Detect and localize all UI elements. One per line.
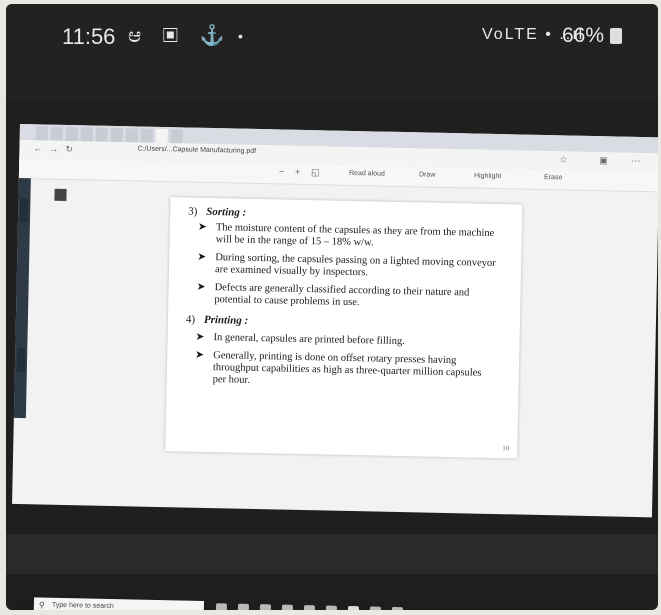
bullet-arrow-icon: ➤: [196, 281, 206, 293]
bullet-item: ➤ Generally, printing is done on offset …: [195, 350, 496, 392]
battery-indicator: 66%: [562, 24, 623, 48]
section-heading: 3) Sorting :: [188, 206, 246, 219]
sidebar-button[interactable]: [16, 347, 26, 373]
bullet-arrow-icon: ➤: [195, 331, 205, 343]
bullet-item: ➤ Defects are generally classified accor…: [196, 282, 496, 312]
bullet-arrow-icon: ➤: [195, 349, 205, 361]
browser-tab[interactable]: [125, 128, 138, 143]
url-input[interactable]: C:/Users/...Capsule Manufacturing.pdf: [137, 145, 256, 154]
chrome-icon[interactable]: [369, 606, 381, 610]
back-icon[interactable]: ←: [33, 143, 42, 153]
bullet-text: Defects are generally classified accordi…: [214, 282, 470, 309]
notification-icons: ಆ ▣ ⚓: [128, 25, 233, 47]
bullet-text: The moisture content of the capsules as …: [215, 222, 495, 249]
read-aloud-button[interactable]: Read aloud: [349, 170, 385, 178]
phone-status-bar: 11:56 ಆ ▣ ⚓ • VoLTE • ..ıl 66%: [6, 4, 658, 99]
bullet-item: ➤ In general, capsules are printed befor…: [195, 332, 495, 350]
menu-icon[interactable]: ⋯: [631, 156, 640, 167]
bullet-item: ➤ During sorting, the capsules passing o…: [197, 252, 497, 282]
mail-icon[interactable]: [325, 605, 337, 610]
browser-tab[interactable]: [170, 129, 183, 144]
taskbar-search-input[interactable]: ⚲ Type here to search: [33, 597, 205, 610]
section-title: Printing :: [203, 313, 249, 327]
section-title: Sorting :: [206, 205, 247, 219]
zoom-out-icon[interactable]: −: [279, 166, 284, 176]
laptop-screen: ← → ↻ C:/Users/...Capsule Manufacturing.…: [9, 124, 658, 610]
left-sidebar: [13, 177, 31, 419]
favorite-icon[interactable]: ☆: [559, 154, 567, 165]
more-notifications-dot: •: [238, 28, 243, 44]
subtab-active[interactable]: [54, 188, 67, 201]
browser-tab[interactable]: [35, 126, 48, 141]
refresh-icon[interactable]: ↻: [65, 144, 73, 155]
search-icon: ⚲: [38, 600, 45, 610]
browser-tab[interactable]: [140, 128, 153, 143]
taskbar-app-icon[interactable]: [391, 606, 403, 610]
edge-icon[interactable]: [303, 605, 315, 610]
browser-tab[interactable]: [65, 126, 78, 142]
phone-frame: 11:56 ಆ ▣ ⚓ • VoLTE • ..ıl 66% ← → ↻ C:/…: [6, 4, 658, 610]
taskbar-app-icon[interactable]: [347, 605, 359, 610]
fit-page-icon[interactable]: ◱: [311, 167, 320, 178]
browser-tab[interactable]: [50, 126, 63, 141]
clock: 11:56: [62, 24, 116, 49]
collections-icon[interactable]: ▣: [599, 155, 608, 166]
page-number: 10: [502, 444, 510, 453]
forward-icon[interactable]: →: [49, 144, 58, 154]
document-subtabs: [38, 188, 67, 201]
section-number: 4): [185, 313, 196, 326]
bullet-arrow-icon: ➤: [197, 251, 207, 263]
erase-button[interactable]: Erase: [544, 174, 562, 181]
draw-button[interactable]: Draw: [419, 171, 435, 178]
section-number: 3): [188, 205, 198, 218]
sidebar-button[interactable]: [19, 198, 29, 223]
pdf-page: 3) Sorting : ➤ The moisture content of th…: [165, 197, 523, 459]
task-view-icon[interactable]: [215, 603, 228, 610]
search-placeholder: Type here to search: [51, 601, 114, 610]
battery-icon: [610, 28, 623, 44]
zoom-in-icon[interactable]: +: [295, 167, 300, 177]
bullet-arrow-icon: ➤: [197, 221, 207, 233]
battery-percent: 66%: [562, 24, 605, 47]
laptop-bezel: [6, 534, 658, 574]
bullet-text: In general, capsules are printed before …: [213, 332, 405, 348]
bullet-text: During sorting, the capsules passing on …: [214, 252, 496, 279]
file-explorer-icon[interactable]: [259, 604, 271, 610]
browser-tab[interactable]: [95, 127, 108, 142]
bullet-item: ➤ The moisture content of the capsules a…: [197, 222, 497, 252]
browser-tab[interactable]: [80, 127, 93, 142]
bullet-text: Generally, printing is done on offset ro…: [212, 350, 482, 386]
highlight-button[interactable]: Highlight: [474, 173, 501, 181]
section-heading: 4) Printing :: [186, 314, 249, 327]
windows-taskbar: ⚲ Type here to search ▲ ▮ ◫ 🔊: [9, 593, 651, 610]
browser-tab-active[interactable]: [155, 128, 168, 144]
taskbar-app-icon[interactable]: [281, 604, 293, 610]
browser-tab[interactable]: [110, 127, 123, 143]
taskbar-app-icon[interactable]: [237, 603, 249, 610]
